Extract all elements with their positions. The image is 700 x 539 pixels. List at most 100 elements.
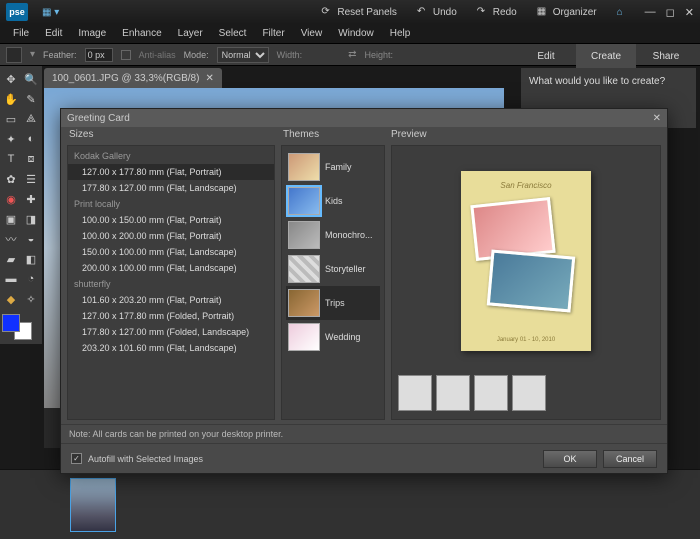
organizer-button[interactable]: ▦Organizer xyxy=(531,4,603,20)
spot-heal-tool[interactable]: ✚ xyxy=(22,190,40,208)
dialog-titlebar[interactable]: Greeting Card ✕ xyxy=(61,109,667,127)
width-label: Width: xyxy=(277,50,303,60)
lasso-tool[interactable]: ⟁ xyxy=(22,110,40,128)
move-tool[interactable]: ✥ xyxy=(2,70,20,88)
minimize-button[interactable]: — xyxy=(645,6,656,19)
eyedropper-tool[interactable]: ✎ xyxy=(22,90,40,108)
straighten-tool[interactable]: ☰ xyxy=(22,170,40,188)
foreground-color-swatch[interactable] xyxy=(2,314,20,332)
size-option[interactable]: 150.00 x 100.00 mm (Flat, Landscape) xyxy=(68,244,274,260)
selection-brush-tool[interactable]: ◐ xyxy=(22,130,40,148)
cookie-cutter-tool[interactable]: ✿ xyxy=(2,170,20,188)
blur-tool[interactable]: ◔ xyxy=(22,270,40,288)
menu-image[interactable]: Image xyxy=(71,26,113,41)
menu-filter[interactable]: Filter xyxy=(255,26,291,41)
menu-file[interactable]: File xyxy=(6,26,36,41)
themes-list[interactable]: Family Kids Monochro... Storyteller Trip… xyxy=(281,145,385,420)
card-title: San Francisco xyxy=(461,181,591,190)
preview-page-thumb[interactable] xyxy=(474,375,508,411)
menu-window[interactable]: Window xyxy=(331,26,381,41)
antialias-checkbox[interactable] xyxy=(121,50,131,60)
card-date: January 01 - 10, 2010 xyxy=(461,337,591,343)
greeting-card-dialog: Greeting Card ✕ Sizes Themes Preview Kod… xyxy=(60,108,668,474)
redo-icon: ↷ xyxy=(477,6,489,18)
size-group: shutterfly xyxy=(68,276,274,292)
workspace-dropdown-icon[interactable]: ▦ ▾ xyxy=(36,5,65,20)
preview-page-thumb[interactable] xyxy=(436,375,470,411)
marquee-tool[interactable]: ▭ xyxy=(2,110,20,128)
size-option[interactable]: 100.00 x 200.00 mm (Flat, Portrait) xyxy=(68,228,274,244)
mode-tabs: Edit Create Share xyxy=(516,44,696,68)
menu-select[interactable]: Select xyxy=(212,26,254,41)
bin-thumbnail[interactable] xyxy=(70,478,116,532)
theme-option[interactable]: Trips xyxy=(286,286,380,320)
size-option[interactable]: 177.80 x 127.00 mm (Folded, Landscape) xyxy=(68,324,274,340)
paint-bucket-tool[interactable]: ▰ xyxy=(2,250,20,268)
close-button[interactable]: ✕ xyxy=(685,6,694,19)
preview-thumbnails xyxy=(398,375,654,413)
clone-stamp-tool[interactable]: ▣ xyxy=(2,210,20,228)
hand-tool[interactable]: ✋ xyxy=(2,90,20,108)
sponge-tool[interactable]: ◆ xyxy=(2,290,20,308)
size-option[interactable]: 127.00 x 177.80 mm (Flat, Portrait) xyxy=(68,164,274,180)
theme-option[interactable]: Kids xyxy=(286,184,380,218)
preview-page-thumb[interactable] xyxy=(398,375,432,411)
theme-option[interactable]: Storyteller xyxy=(286,252,380,286)
theme-option[interactable]: Family xyxy=(286,150,380,184)
zoom-tool[interactable]: 🔍 xyxy=(22,70,40,88)
height-label: Height: xyxy=(365,50,394,60)
size-option[interactable]: 200.00 x 100.00 mm (Flat, Landscape) xyxy=(68,260,274,276)
current-tool-icon[interactable] xyxy=(6,47,22,63)
size-option[interactable]: 203.20 x 101.60 mm (Flat, Landscape) xyxy=(68,340,274,356)
undo-button[interactable]: ↶Undo xyxy=(411,4,463,20)
size-option[interactable]: 101.60 x 203.20 mm (Flat, Portrait) xyxy=(68,292,274,308)
preview-page-thumb[interactable] xyxy=(512,375,546,411)
autofill-label: Autofill with Selected Images xyxy=(88,454,203,464)
swap-icon[interactable]: ⇄ xyxy=(348,49,356,60)
mode-select[interactable]: Normal xyxy=(217,47,269,63)
redo-button[interactable]: ↷Redo xyxy=(471,4,523,20)
type-tool[interactable]: T xyxy=(2,150,20,168)
menu-view[interactable]: View xyxy=(294,26,330,41)
maximize-button[interactable]: ◻ xyxy=(666,6,675,19)
theme-thumb xyxy=(288,323,320,351)
undo-icon: ↶ xyxy=(417,6,429,18)
theme-option[interactable]: Monochro... xyxy=(286,218,380,252)
tab-create[interactable]: Create xyxy=(576,44,636,68)
size-group: Print locally xyxy=(68,196,274,212)
color-swatches[interactable] xyxy=(2,314,32,340)
brush-tool[interactable]: 〰 xyxy=(2,230,20,248)
magic-wand-tool[interactable]: ✦ xyxy=(2,130,20,148)
size-option[interactable]: 177.80 x 127.00 mm (Flat, Landscape) xyxy=(68,180,274,196)
detail-smart-brush-tool[interactable]: ✧ xyxy=(22,290,40,308)
menu-layer[interactable]: Layer xyxy=(171,26,210,41)
cancel-button[interactable]: Cancel xyxy=(603,450,657,468)
theme-thumb xyxy=(288,255,320,283)
document-close-icon[interactable]: ✕ xyxy=(205,73,213,84)
home-icon[interactable]: ⌂ xyxy=(611,5,629,20)
menu-edit[interactable]: Edit xyxy=(38,26,69,41)
dialog-close-icon[interactable]: ✕ xyxy=(653,113,661,124)
project-bin xyxy=(0,469,700,539)
shape-tool[interactable]: ▬ xyxy=(2,270,20,288)
grid-icon: ▦ xyxy=(537,6,549,18)
menu-help[interactable]: Help xyxy=(383,26,418,41)
crop-tool[interactable]: ⧈ xyxy=(22,150,40,168)
theme-option[interactable]: Wedding xyxy=(286,320,380,354)
feather-input[interactable] xyxy=(85,48,113,62)
gradient-tool[interactable]: ◧ xyxy=(22,250,40,268)
size-option[interactable]: 127.00 x 177.80 mm (Folded, Portrait) xyxy=(68,308,274,324)
smart-brush-tool[interactable]: ◒ xyxy=(22,230,40,248)
document-tab[interactable]: 100_0601.JPG @ 33,3%(RGB/8) ✕ xyxy=(44,68,222,88)
tab-edit[interactable]: Edit xyxy=(516,44,576,68)
menu-enhance[interactable]: Enhance xyxy=(115,26,168,41)
eraser-tool[interactable]: ◨ xyxy=(22,210,40,228)
tab-share[interactable]: Share xyxy=(636,44,696,68)
red-eye-tool[interactable]: ◉ xyxy=(2,190,20,208)
autofill-checkbox[interactable]: ✓ xyxy=(71,453,82,464)
sizes-list[interactable]: Kodak Gallery 127.00 x 177.80 mm (Flat, … xyxy=(67,145,275,420)
size-option[interactable]: 100.00 x 150.00 mm (Flat, Portrait) xyxy=(68,212,274,228)
ok-button[interactable]: OK xyxy=(543,450,597,468)
reset-panels-button[interactable]: ⟳Reset Panels xyxy=(315,4,402,20)
theme-thumb xyxy=(288,187,320,215)
